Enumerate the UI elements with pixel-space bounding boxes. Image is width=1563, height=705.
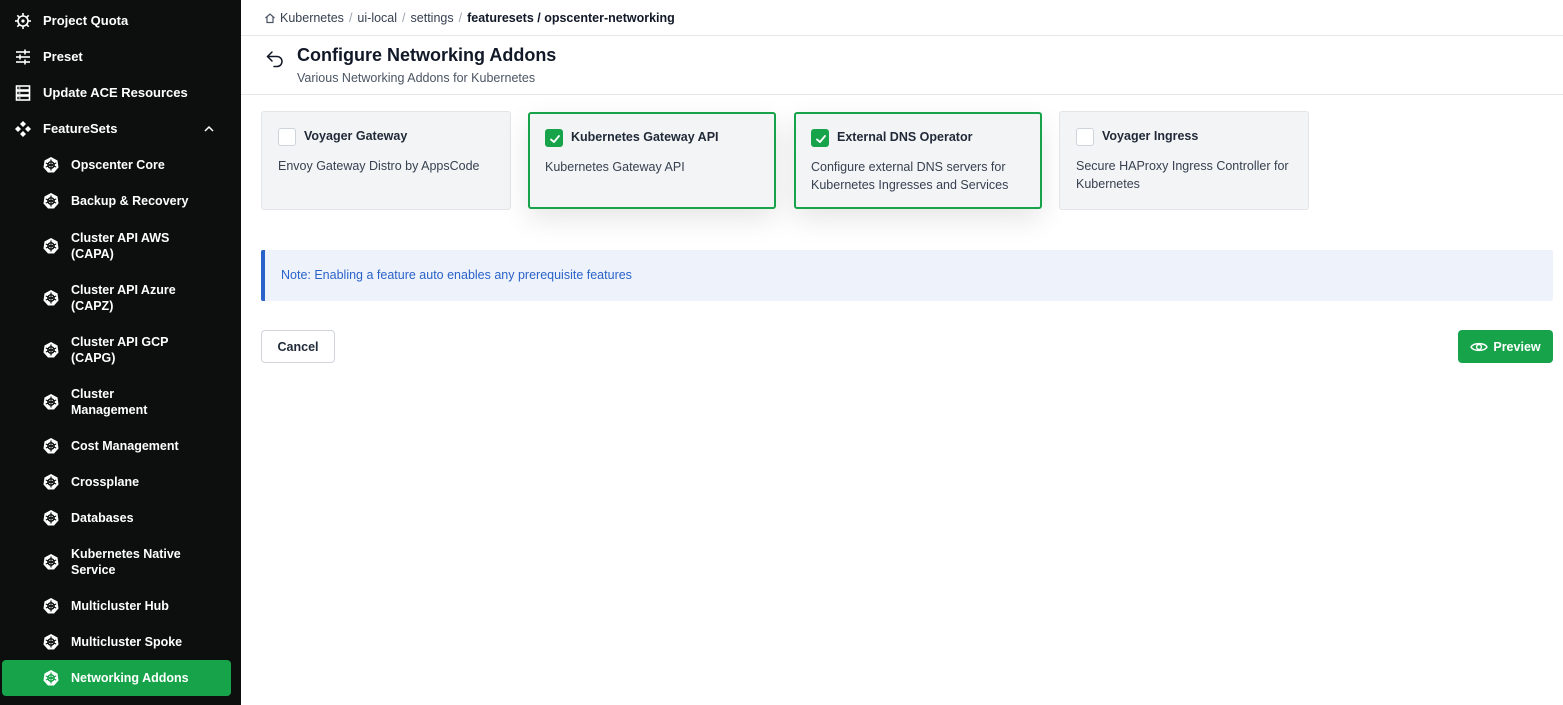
diamonds-icon (14, 120, 32, 138)
checkmark-icon (550, 135, 560, 143)
sidebar-subitem-cluster-management[interactable]: Cluster Management (0, 385, 241, 419)
sidebar-item-label: Project Quota (43, 13, 129, 28)
sidebar-subitem-label: Cost Management (71, 439, 179, 453)
breadcrumb: Kubernetes / ui-local / settings / featu… (264, 9, 675, 27)
feature-card-kubernetes-gateway-api[interactable]: Kubernetes Gateway API Kubernetes Gatewa… (528, 112, 776, 209)
sidebar: Project Quota Preset Update ACE Resource… (0, 0, 241, 705)
page-subtitle: Various Networking Addons for Kubernetes (297, 71, 536, 85)
info-note: Note: Enabling a feature auto enables an… (261, 250, 1553, 301)
sliders-icon (14, 48, 32, 66)
note-text: Note: Enabling a feature auto enables an… (281, 268, 632, 282)
card-description: Kubernetes Gateway API (545, 160, 685, 174)
checkbox-unchecked[interactable] (1076, 128, 1094, 146)
kubernetes-icon (42, 597, 60, 615)
kubernetes-icon (42, 192, 60, 210)
back-arrow-icon[interactable] (264, 47, 286, 69)
sidebar-item-label: Preset (43, 49, 83, 64)
sidebar-item-featuresets[interactable]: FeatureSets (0, 120, 241, 138)
breadcrumb-current: featuresets / opscenter-networking (467, 11, 675, 25)
sidebar-subitem-cluster-api-gcp[interactable]: Cluster API GCP (CAPG) (0, 333, 241, 367)
sidebar-item-label: FeatureSets (43, 121, 118, 136)
kubernetes-icon (42, 669, 60, 687)
breadcrumb-separator: / (402, 11, 406, 25)
sidebar-subitem-label: Cluster API Azure (CAPZ) (71, 283, 176, 313)
sidebar-subitem-label: Networking Addons (71, 671, 189, 685)
kubernetes-icon (42, 437, 60, 455)
sidebar-subitem-label: Backup & Recovery (71, 194, 189, 208)
card-title: Voyager Gateway (304, 129, 408, 143)
kubernetes-icon (42, 289, 60, 307)
sidebar-item-label: Update ACE Resources (43, 85, 188, 100)
page-title: Configure Networking Addons (297, 45, 557, 65)
sidebar-subitem-cluster-api-aws[interactable]: Cluster API AWS (CAPA) (0, 229, 241, 263)
card-title: Voyager Ingress (1102, 129, 1199, 143)
sidebar-subitem-kubernetes-native-service[interactable]: Kubernetes Native Service (0, 545, 241, 579)
sidebar-item-preset[interactable]: Preset (0, 48, 241, 66)
cancel-button[interactable]: Cancel (261, 330, 335, 363)
feature-card-external-dns-operator[interactable]: External DNS Operator Configure external… (794, 112, 1042, 209)
divider (241, 94, 1563, 95)
feature-card-voyager-ingress[interactable]: Voyager Ingress Secure HAProxy Ingress C… (1059, 111, 1309, 210)
kubernetes-icon (42, 553, 60, 571)
breadcrumb-link[interactable]: settings (411, 11, 454, 25)
sidebar-subitem-databases[interactable]: Databases (0, 509, 241, 527)
server-icon (14, 84, 32, 102)
kubernetes-icon (42, 509, 60, 527)
checkbox-checked[interactable] (545, 129, 563, 147)
divider (241, 35, 1563, 36)
sidebar-subitem-cost-management[interactable]: Cost Management (0, 437, 241, 455)
sidebar-subitem-multicluster-hub[interactable]: Multicluster Hub (0, 597, 241, 615)
sidebar-subitem-cluster-api-azure[interactable]: Cluster API Azure (CAPZ) (0, 281, 241, 315)
breadcrumb-separator: / (348, 11, 353, 25)
checkbox-unchecked[interactable] (278, 128, 296, 146)
sidebar-subitem-label: Multicluster Hub (71, 599, 169, 613)
home-icon[interactable] (264, 12, 276, 24)
feature-card-voyager-gateway[interactable]: Voyager Gateway Envoy Gateway Distro by … (261, 111, 511, 210)
chevron-up-icon[interactable] (202, 122, 216, 136)
breadcrumb-separator: / (458, 11, 463, 25)
kubernetes-icon (42, 156, 60, 174)
breadcrumb-link[interactable]: Kubernetes (280, 11, 344, 25)
preview-button[interactable]: Preview (1458, 330, 1553, 363)
breadcrumb-link[interactable]: ui-local (357, 11, 397, 25)
kubernetes-icon (42, 473, 60, 491)
sidebar-subitem-networking-addons[interactable]: Networking Addons (2, 660, 231, 696)
sidebar-item-project-quota[interactable]: Project Quota (0, 12, 241, 30)
card-description: Configure external DNS servers for Kuber… (811, 160, 1009, 192)
preview-label: Preview (1493, 339, 1541, 354)
sidebar-subitem-label: Cluster API GCP (CAPG) (71, 335, 169, 365)
sidebar-item-update-ace-resources[interactable]: Update ACE Resources (0, 84, 241, 102)
eye-icon (1470, 342, 1489, 351)
checkbox-checked[interactable] (811, 129, 829, 147)
sidebar-subitem-label: Crossplane (71, 475, 140, 489)
sidebar-subitem-label: Databases (71, 511, 134, 525)
sidebar-subitem-crossplane[interactable]: Crossplane (0, 473, 241, 491)
sidebar-subitem-multicluster-spoke[interactable]: Multicluster Spoke (0, 633, 241, 651)
card-title: Kubernetes Gateway API (571, 130, 719, 144)
card-description: Envoy Gateway Distro by AppsCode (278, 159, 480, 173)
sidebar-subitem-label: Opscenter Core (71, 158, 165, 172)
sidebar-subitem-label: Multicluster Spoke (71, 635, 183, 649)
kubernetes-icon (42, 341, 60, 359)
card-description: Secure HAProxy Ingress Controller for Ku… (1076, 159, 1289, 191)
sidebar-subitem-label: Kubernetes Native Service (71, 547, 181, 577)
sidebar-subitem-label: Cluster Management (71, 387, 148, 417)
card-title: External DNS Operator (837, 130, 973, 144)
kubernetes-icon (42, 633, 60, 651)
kubernetes-icon (42, 393, 60, 411)
sidebar-subitem-opscenter-core[interactable]: Opscenter Core (0, 156, 241, 174)
kubernetes-icon (42, 237, 60, 255)
wheel-icon (14, 12, 32, 30)
checkmark-icon (816, 135, 826, 143)
sidebar-subitem-backup-recovery[interactable]: Backup & Recovery (0, 192, 241, 210)
sidebar-subitem-label: Cluster API AWS (CAPA) (71, 231, 170, 261)
